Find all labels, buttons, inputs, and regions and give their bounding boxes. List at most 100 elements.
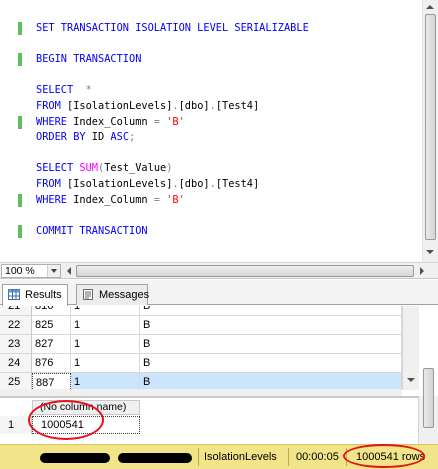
code-token: [Test4]	[215, 178, 260, 190]
code-line[interactable]: WHERE Index_Column = 'B'	[36, 116, 185, 129]
code-token: FROM	[36, 178, 61, 190]
code-token: [dbo]	[178, 100, 210, 112]
code-line[interactable]: SELECT *	[36, 84, 92, 97]
code-token: SELECT	[36, 84, 74, 97]
change-marker	[18, 115, 22, 129]
code-token: 'B'	[166, 193, 185, 206]
change-marker	[18, 193, 22, 207]
table-row[interactable]: 21 816 1 B	[0, 306, 402, 316]
grid-vertical-scrollbar[interactable]	[402, 306, 419, 390]
code-token: ORDER BY	[36, 131, 86, 144]
scroll-down-icon[interactable]	[407, 378, 415, 382]
cell-index-column[interactable]: B	[140, 335, 402, 353]
code-token: Index_Column	[67, 115, 154, 128]
column-header[interactable]: (No column name)	[32, 400, 140, 415]
code-token: *	[85, 84, 92, 97]
query-editor[interactable]: SET TRANSACTION ISOLATION LEVEL SERIALIZ…	[0, 0, 422, 262]
change-marker	[18, 53, 22, 67]
code-token: )	[166, 162, 173, 175]
row-number[interactable]: 22	[0, 316, 32, 334]
tab-messages[interactable]: Messages	[76, 284, 150, 305]
code-token: [dbo]	[178, 178, 210, 190]
cell-id[interactable]: 876	[32, 354, 71, 372]
code-token: ;	[129, 131, 136, 144]
cell-index-column[interactable]: B	[140, 306, 402, 315]
status-separator	[288, 448, 289, 466]
result-scroll-thumb[interactable]	[423, 368, 434, 428]
scroll-down-icon[interactable]	[426, 250, 434, 254]
zoom-bar: 100 %	[0, 262, 438, 279]
code-token: [IsolationLevels]	[60, 178, 173, 190]
code-line[interactable]: SET TRANSACTION ISOLATION LEVEL SERIALIZ…	[36, 22, 309, 35]
results-grid[interactable]: 21 816 1 B 22 825 1 B 23 827 1 B 24 876 1 B 25 887 1 B	[0, 306, 438, 396]
tab-results-label: Results	[25, 289, 62, 301]
code-line[interactable]: FROM [IsolationLevels].[dbo].[Test4]	[36, 100, 259, 113]
grid-icon	[8, 289, 20, 300]
row-number[interactable]: 23	[0, 335, 32, 353]
code-token: SUM	[79, 162, 99, 175]
redacted-server-name	[40, 453, 110, 463]
cell-test-value[interactable]: 1	[71, 354, 140, 372]
code-line[interactable]: COMMIT TRANSACTION	[36, 225, 148, 238]
code-line[interactable]: BEGIN TRANSACTION	[36, 53, 141, 66]
code-token: [Test4]	[215, 100, 260, 112]
code-line[interactable]: ORDER BY ID ASC;	[36, 131, 135, 144]
sum-value-cell[interactable]: 1000541	[32, 416, 140, 434]
zoom-dropdown-button[interactable]	[47, 265, 60, 277]
editor-hscroll-thumb[interactable]	[76, 265, 414, 277]
cell-id[interactable]: 825	[32, 316, 71, 334]
status-bar: IsolationLevels 00:00:05 1000541 rows	[0, 444, 438, 469]
code-line[interactable]: WHERE Index_Column = 'B'	[36, 194, 185, 207]
change-marker	[18, 22, 22, 35]
cell-test-value[interactable]: 1	[71, 335, 140, 353]
tab-messages-label: Messages	[99, 289, 150, 301]
code-token: SELECT	[36, 162, 74, 175]
editor-vertical-scrollbar[interactable]	[422, 0, 438, 262]
tab-results[interactable]: Results	[2, 284, 68, 306]
code-token: ID	[85, 131, 111, 144]
sum-result-grid[interactable]: (No column name) 1 1000541	[0, 368, 438, 444]
code-token: FROM	[36, 100, 61, 112]
scroll-up-icon[interactable]	[426, 5, 434, 9]
code-token: [IsolationLevels]	[60, 100, 173, 112]
code-line[interactable]: SELECT SUM(Test_Value)	[36, 162, 172, 175]
code-token: COMMIT TRANSACTION	[36, 224, 148, 237]
row-number[interactable]: 1	[0, 416, 32, 434]
zoom-value: 100 %	[5, 265, 35, 277]
row-number[interactable]: 21	[0, 306, 32, 315]
code-token: WHERE	[36, 193, 67, 206]
result-vertical-scrollbar[interactable]	[418, 368, 438, 444]
status-row-count: 1000541 rows	[356, 451, 426, 463]
scroll-right-icon[interactable]	[420, 267, 424, 275]
row-number[interactable]: 24	[0, 354, 32, 372]
code-token: BEGIN TRANSACTION	[36, 53, 142, 66]
status-database: IsolationLevels	[204, 451, 277, 463]
results-tab-strip: Results Messages	[0, 280, 438, 306]
status-elapsed-time: 00:00:05	[296, 451, 339, 463]
editor-scroll-thumb[interactable]	[425, 14, 436, 240]
status-separator	[198, 448, 199, 466]
code-line[interactable]: FROM [IsolationLevels].[dbo].[Test4]	[36, 178, 259, 191]
code-token: WHERE	[36, 115, 67, 128]
redacted-user-name	[118, 453, 192, 463]
code-token: Index_Column	[67, 193, 154, 206]
code-token: Test_Value	[104, 162, 167, 175]
cell-id[interactable]: 816	[32, 306, 71, 315]
cell-test-value[interactable]: 1	[71, 316, 140, 334]
cell-index-column[interactable]: B	[140, 354, 402, 372]
table-row[interactable]: 23 827 1 B	[0, 335, 402, 354]
code-token: 'B'	[166, 115, 185, 128]
code-token: SET TRANSACTION ISOLATION LEVEL SERIALIZ…	[36, 22, 309, 34]
cell-index-column[interactable]: B	[140, 316, 402, 334]
table-row[interactable]: 24 876 1 B	[0, 354, 402, 373]
code-token: ASC	[110, 131, 130, 144]
cell-id[interactable]: 827	[32, 335, 71, 353]
change-marker	[18, 224, 22, 238]
scroll-left-icon[interactable]	[67, 267, 71, 275]
chevron-down-icon	[51, 269, 57, 273]
zoom-dropdown[interactable]: 100 %	[1, 264, 61, 278]
table-row[interactable]: 22 825 1 B	[0, 316, 402, 335]
cell-test-value[interactable]: 1	[71, 306, 140, 315]
grid-horizontal-scrollbar[interactable]	[0, 389, 402, 396]
